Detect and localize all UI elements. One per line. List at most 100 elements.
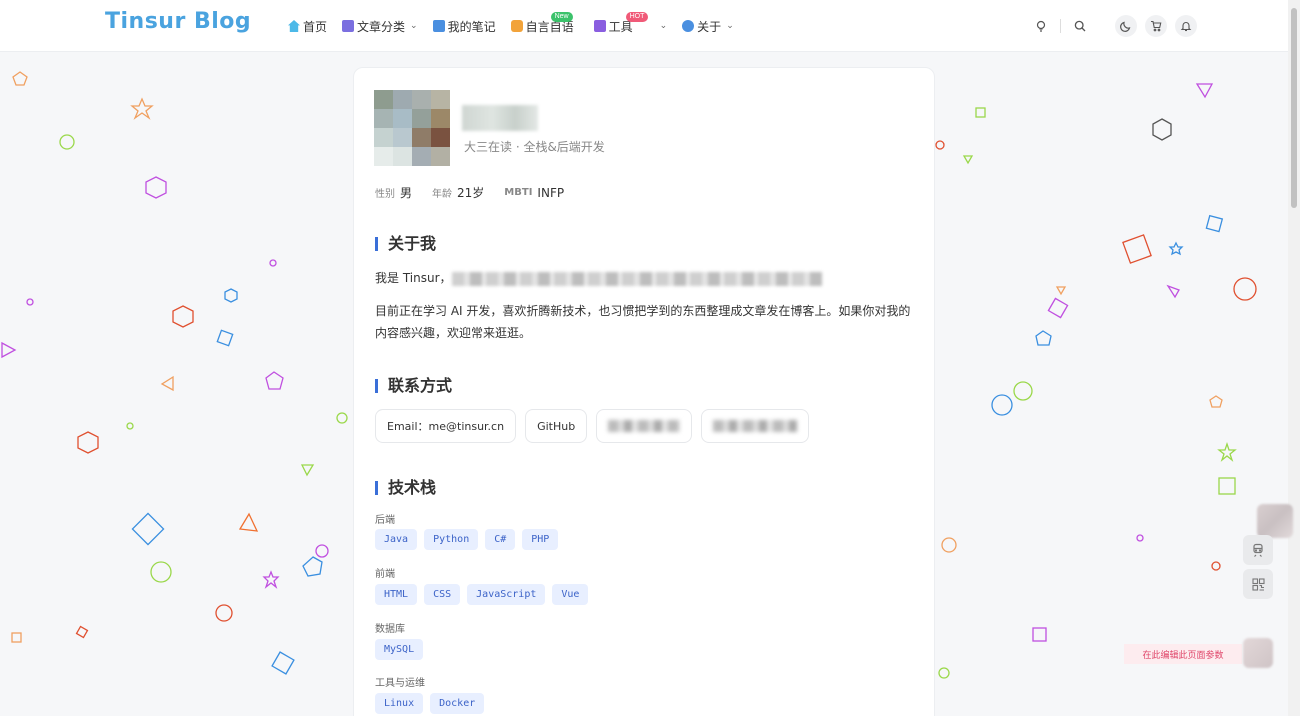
bulb-icon[interactable] [1030, 15, 1052, 37]
nav-label: 首页 [303, 19, 328, 34]
floating-avatar[interactable] [1257, 504, 1293, 538]
profile-subtitle: 大三在读 · 全栈&后端开发 [464, 140, 605, 154]
bg-shape [1211, 561, 1221, 571]
bg-shape [75, 625, 89, 639]
bg-shape [1166, 284, 1180, 299]
top-navbar: Tinsur Blog 首页 文章分类 ⌄ 我的笔记 自言自语 New 工具 H… [0, 0, 1288, 52]
floating-avatar[interactable] [1243, 638, 1273, 668]
badge-hot: HOT [625, 12, 649, 22]
edit-page-params-label[interactable]: 在此编辑此页面参数 [1124, 644, 1242, 664]
bg-shape [1013, 381, 1033, 401]
bg-shape [172, 305, 194, 328]
nav-about[interactable]: 关于 ⌄ [682, 0, 734, 52]
bg-shape [1217, 441, 1237, 462]
redacted-text [451, 271, 822, 286]
nav-label: 关于 [697, 19, 722, 34]
tools-icon [593, 20, 606, 32]
about-body: 目前正在学习 AI 开发，喜欢折腾新技术，也习惯把学到的东西整理成文章发在博客上… [375, 304, 911, 340]
meta-key: 年龄 [432, 189, 453, 200]
tech-category: 前端 [375, 569, 395, 580]
tech-tag: Linux [375, 693, 424, 714]
bg-shape [160, 375, 174, 392]
qrcode-icon[interactable] [1243, 569, 1273, 599]
bg-shape [300, 464, 315, 477]
profile-card: 大三在读 · 全栈&后端开发 性别 男 年龄 21岁 MBTI INFP 关于我… [353, 67, 935, 716]
nav-tools[interactable]: 工具 HOT ⌄ [593, 0, 667, 52]
bg-shape [1047, 297, 1069, 319]
nav-home[interactable]: 首页 [288, 0, 327, 52]
contact-github[interactable]: GitHub [525, 409, 588, 443]
user-icon [682, 20, 695, 32]
meta-age: 年龄 21岁 [432, 184, 484, 201]
section-title-about: 关于我 [375, 236, 436, 252]
bg-shape [131, 512, 165, 546]
home-icon [288, 20, 300, 32]
bg-shape [336, 412, 348, 424]
bg-shape [262, 570, 280, 589]
divider [1060, 19, 1061, 33]
contact-email[interactable]: Email：me@tinsur.cn [375, 409, 517, 443]
bg-shape [1055, 286, 1067, 296]
contact-list: Email：me@tinsur.cn GitHub [375, 409, 810, 443]
train-icon[interactable] [1243, 535, 1273, 565]
bg-shape [1152, 118, 1172, 141]
avatar [374, 90, 450, 166]
badge-new: New [550, 12, 573, 22]
section-title-tech: 技术栈 [375, 480, 436, 496]
bg-shape [1205, 214, 1224, 233]
notebook-icon [432, 20, 445, 32]
about-intro: 我是 Tinsur， [375, 267, 915, 289]
tech-tag: PHP [522, 529, 559, 550]
bg-shape [1168, 241, 1184, 256]
meta-key: 性别 [375, 189, 395, 200]
bg-shape [59, 134, 75, 150]
bg-shape [150, 561, 172, 583]
nav-notes[interactable]: 我的笔记 [432, 0, 496, 52]
bg-shape [315, 544, 329, 558]
nav-monologue[interactable]: 自言自语 New [510, 0, 574, 52]
bg-shape [238, 512, 259, 532]
tech-tag: CSS [424, 584, 461, 605]
bg-shape [1136, 534, 1144, 542]
tech-tag: Java [375, 529, 418, 550]
bg-shape [941, 537, 957, 553]
scrollbar-thumb[interactable] [1291, 8, 1297, 208]
section-title-contact: 联系方式 [375, 378, 452, 394]
cart-icon[interactable] [1145, 15, 1167, 37]
bg-shape [26, 298, 34, 306]
bg-shape [1122, 234, 1152, 264]
bg-shape [145, 176, 167, 199]
bg-shape [1035, 330, 1052, 346]
bg-shape [77, 431, 99, 454]
site-logo[interactable]: Tinsur Blog [105, 9, 251, 34]
bg-shape [126, 422, 134, 430]
bg-shape [962, 155, 974, 165]
search-icon[interactable] [1069, 15, 1091, 37]
tech-category: 工具与运维 [375, 678, 425, 689]
chevron-down-icon: ⌄ [410, 21, 418, 31]
bg-shape [11, 632, 22, 643]
bg-shape [12, 71, 28, 86]
bg-shape [130, 97, 154, 120]
nav-label: 我的笔记 [447, 19, 496, 34]
tech-category: 数据库 [375, 624, 405, 635]
bg-shape [938, 667, 950, 679]
nav-label: 文章分类 [357, 19, 406, 34]
main-nav: 首页 文章分类 ⌄ 我的笔记 自言自语 New 工具 HOT ⌄ 关于 ⌄ [288, 0, 749, 52]
nav-categories[interactable]: 文章分类 ⌄ [342, 0, 418, 52]
contact-redacted[interactable] [596, 409, 693, 443]
profile-meta: 性别 男 年龄 21岁 MBTI INFP [375, 184, 584, 201]
bg-shape [265, 371, 284, 390]
meta-value: INFP [537, 185, 565, 200]
bg-shape [1233, 277, 1257, 301]
chevron-down-icon: ⌄ [726, 21, 734, 31]
moon-icon[interactable] [1115, 15, 1137, 37]
bell-icon[interactable] [1175, 15, 1197, 37]
meta-value: 男 [400, 186, 413, 200]
name-redacted [462, 105, 538, 131]
tech-tag: Python [424, 529, 479, 550]
tag-list-database: MySQL [375, 639, 424, 660]
tech-tag: HTML [375, 584, 418, 605]
about-intro-text: 我是 Tinsur， [375, 271, 452, 285]
contact-redacted[interactable] [701, 409, 810, 443]
